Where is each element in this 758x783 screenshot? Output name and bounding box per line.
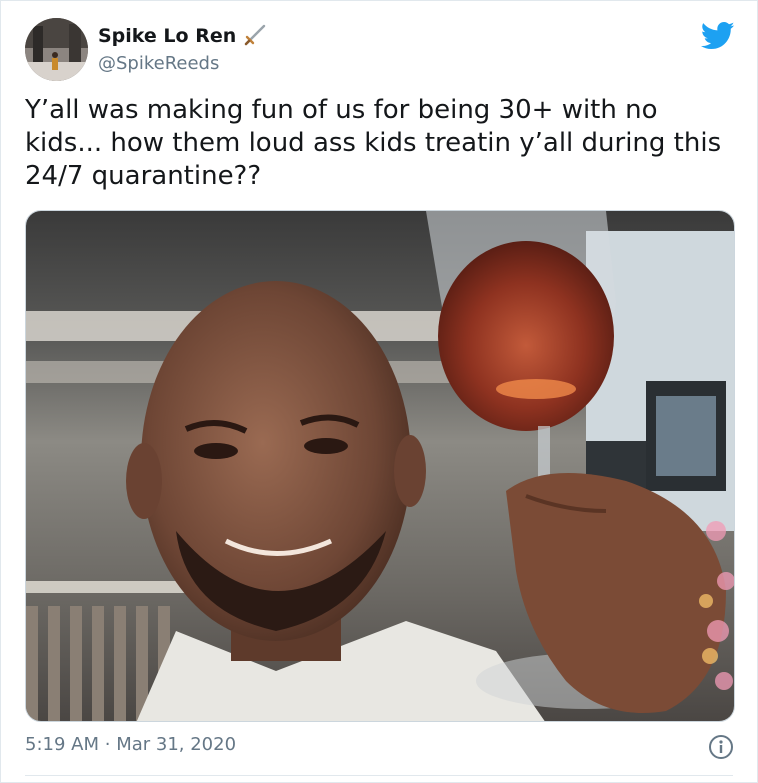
- tweet-card: Spike Lo Ren @SpikeReeds Y’all was makin…: [0, 0, 758, 783]
- tweet-text: Y’all was making fun of us for being 30+…: [25, 95, 722, 191]
- user-handle[interactable]: @SpikeReeds: [98, 53, 219, 74]
- tweet-video[interactable]: [25, 210, 735, 722]
- divider: [25, 775, 733, 776]
- twitter-bird-icon[interactable]: [700, 21, 735, 51]
- dagger-emoji-icon: [244, 22, 268, 46]
- tweet-timestamp[interactable]: 5:19 AM · Mar 31, 2020: [25, 734, 236, 755]
- timestamp-separator: ·: [104, 734, 111, 755]
- info-icon[interactable]: [708, 734, 734, 760]
- avatar[interactable]: [25, 18, 88, 81]
- tweet-date: Mar 31, 2020: [116, 734, 237, 755]
- tweet-time: 5:19 AM: [25, 734, 99, 755]
- display-name[interactable]: Spike Lo Ren: [98, 25, 236, 47]
